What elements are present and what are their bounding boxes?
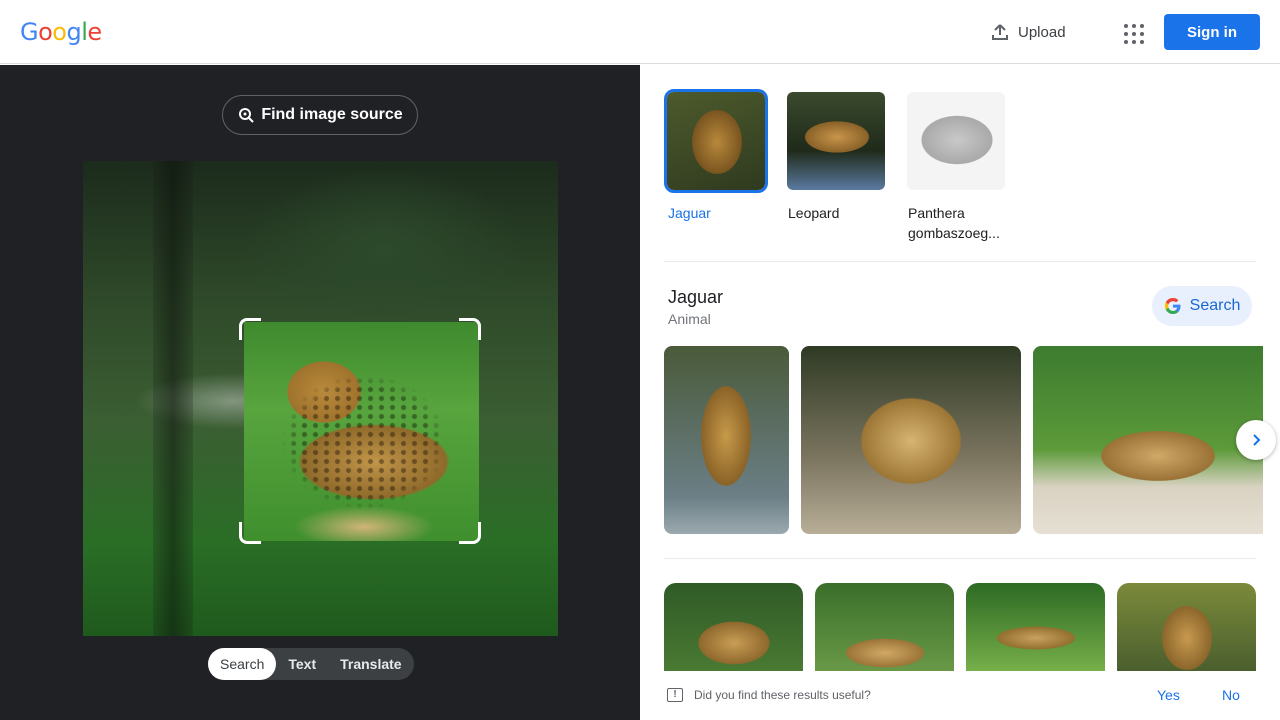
- crop-handle-top-left[interactable]: [239, 318, 261, 340]
- logo-letter: o: [38, 18, 53, 46]
- entity-image-carousel: [664, 346, 1263, 534]
- visual-matches-grid: [664, 583, 1256, 673]
- feedback-no-button[interactable]: No: [1222, 687, 1240, 703]
- divider: [664, 558, 1256, 559]
- sign-in-button[interactable]: Sign in: [1164, 14, 1260, 50]
- lens-search-icon: [239, 108, 255, 123]
- entity-search-button[interactable]: Search: [1152, 286, 1252, 326]
- mode-tabs: Search Text Translate: [208, 648, 414, 680]
- feedback-icon: !: [667, 688, 683, 702]
- entity-title: Jaguar: [668, 287, 724, 307]
- tab-translate[interactable]: Translate: [328, 648, 413, 680]
- upload-button[interactable]: Upload: [990, 16, 1066, 48]
- chevron-right-icon: [1253, 434, 1261, 446]
- tab-text[interactable]: Text: [276, 648, 328, 680]
- uploaded-image[interactable]: [83, 161, 558, 636]
- upload-label: Upload: [1018, 23, 1066, 41]
- google-apps-icon[interactable]: [1118, 18, 1146, 46]
- chip-thumbnail: [664, 89, 768, 193]
- entity-chip-jaguar[interactable]: Jaguar: [664, 89, 772, 243]
- chip-label: Jaguar: [668, 205, 711, 221]
- feedback-bar: ! Did you find these results useful? Yes…: [640, 671, 1280, 720]
- logo-letter: g: [66, 18, 82, 46]
- feedback-question: Did you find these results useful?: [694, 688, 871, 702]
- carousel-next-button[interactable]: [1236, 420, 1276, 460]
- find-image-source-button[interactable]: Find image source: [222, 95, 418, 135]
- crop-handle-bottom-left[interactable]: [239, 522, 261, 544]
- feedback-yes-button[interactable]: Yes: [1157, 687, 1180, 703]
- image-preview-panel: Find image source Search Text Translate: [0, 65, 640, 720]
- chip-thumbnail: [904, 89, 1008, 193]
- visual-match-image[interactable]: [1117, 583, 1256, 673]
- chip-label: Panthera gombaszoeg...: [908, 205, 1000, 241]
- divider: [664, 261, 1256, 262]
- jaguar-spots: [244, 322, 479, 541]
- result-image[interactable]: [801, 346, 1021, 534]
- chip-label: Leopard: [788, 205, 840, 221]
- result-image[interactable]: [1033, 346, 1263, 534]
- entity-subtitle: Animal: [668, 311, 711, 327]
- tab-search[interactable]: Search: [208, 648, 277, 680]
- results-panel: Jaguar Leopard Panthera gombaszoeg... Ja…: [640, 65, 1280, 720]
- entity-search-label: Search: [1189, 297, 1241, 314]
- visual-match-image[interactable]: [815, 583, 954, 673]
- crop-selection[interactable]: [244, 322, 479, 541]
- upload-icon: [992, 24, 1008, 40]
- entity-chip-panthera[interactable]: Panthera gombaszoeg...: [904, 89, 1012, 243]
- result-image[interactable]: [664, 346, 789, 534]
- visual-match-image[interactable]: [966, 583, 1105, 673]
- logo-letter: G: [20, 18, 39, 46]
- logo-letter: e: [87, 18, 102, 46]
- crop-handle-bottom-right[interactable]: [459, 522, 481, 544]
- chip-thumbnail: [784, 89, 888, 193]
- visual-match-image[interactable]: [664, 583, 803, 673]
- find-image-source-label: Find image source: [261, 106, 403, 123]
- entity-chips: Jaguar Leopard Panthera gombaszoeg...: [664, 89, 1012, 243]
- crop-handle-top-right[interactable]: [459, 318, 481, 340]
- google-g-icon: [1164, 298, 1181, 314]
- tree-trunk: [153, 161, 193, 636]
- entity-chip-leopard[interactable]: Leopard: [784, 89, 892, 243]
- top-header: Google Upload Sign in: [0, 0, 1280, 64]
- logo-letter: o: [52, 18, 67, 46]
- google-logo[interactable]: Google: [20, 18, 102, 46]
